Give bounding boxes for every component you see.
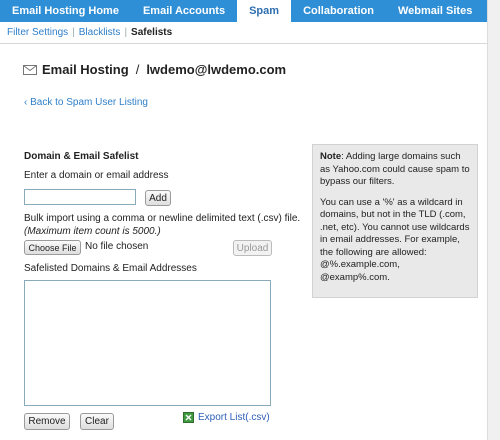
export-list-label: Export List(.csv) bbox=[198, 412, 270, 423]
top-navigation: Email Hosting Home Email Accounts Spam C… bbox=[0, 0, 488, 22]
clear-button[interactable]: Clear bbox=[80, 413, 114, 430]
tab-email-accounts[interactable]: Email Accounts bbox=[131, 0, 237, 22]
envelope-icon bbox=[23, 64, 37, 75]
scrollbar[interactable] bbox=[487, 0, 500, 440]
max-item-note: (Maximum item count is 5000.) bbox=[24, 226, 161, 237]
add-button[interactable]: Add bbox=[145, 190, 171, 206]
subnav-safelists[interactable]: Safelists bbox=[131, 27, 172, 38]
note-heading: Note bbox=[320, 151, 342, 162]
remove-button[interactable]: Remove bbox=[24, 413, 70, 430]
safelist-label: Safelisted Domains & Email Addresses bbox=[24, 263, 197, 274]
section-title: Domain & Email Safelist bbox=[24, 151, 139, 162]
note-paragraph-1: Note: Adding large domains such as Yahoo… bbox=[320, 151, 470, 189]
export-list-link[interactable]: Export List(.csv) bbox=[183, 412, 270, 423]
bulk-import-label: Bulk import using a comma or newline del… bbox=[24, 213, 301, 224]
subnav-filter-settings[interactable]: Filter Settings bbox=[7, 27, 68, 38]
subnav-separator: | bbox=[72, 27, 75, 38]
back-to-spam-user-listing-link[interactable]: ‹ Back to Spam User Listing bbox=[24, 97, 148, 108]
tab-collaboration[interactable]: Collaboration bbox=[291, 0, 386, 22]
upload-button[interactable]: Upload bbox=[233, 240, 272, 256]
tab-spam[interactable]: Spam bbox=[237, 0, 292, 22]
page-title: Email Hosting / lwdemo@lwdemo.com bbox=[23, 62, 286, 77]
note-box: Note: Adding large domains such as Yahoo… bbox=[312, 144, 478, 298]
sub-navigation: Filter Settings | Blacklists | Safelists bbox=[0, 22, 488, 44]
note-paragraph-2: You can use a '%' as a wildcard in domai… bbox=[320, 196, 470, 283]
note-text-1: : Adding large domains such as Yahoo.com… bbox=[320, 151, 470, 187]
subnav-separator: | bbox=[124, 27, 128, 38]
choose-file-button[interactable]: Choose File bbox=[24, 240, 81, 255]
domain-input[interactable] bbox=[24, 189, 136, 205]
title-section: Email Hosting bbox=[42, 62, 129, 77]
title-account: lwdemo@lwdemo.com bbox=[146, 62, 287, 77]
safelist-listbox[interactable] bbox=[24, 280, 271, 406]
title-separator: / bbox=[135, 62, 140, 77]
domain-input-label: Enter a domain or email address bbox=[24, 170, 169, 181]
subnav-blacklists[interactable]: Blacklists bbox=[79, 27, 121, 38]
tab-webmail-sites[interactable]: Webmail Sites bbox=[386, 0, 484, 22]
tab-email-hosting-home[interactable]: Email Hosting Home bbox=[0, 0, 131, 22]
spreadsheet-icon bbox=[183, 412, 194, 423]
no-file-chosen-text: No file chosen bbox=[85, 241, 149, 252]
